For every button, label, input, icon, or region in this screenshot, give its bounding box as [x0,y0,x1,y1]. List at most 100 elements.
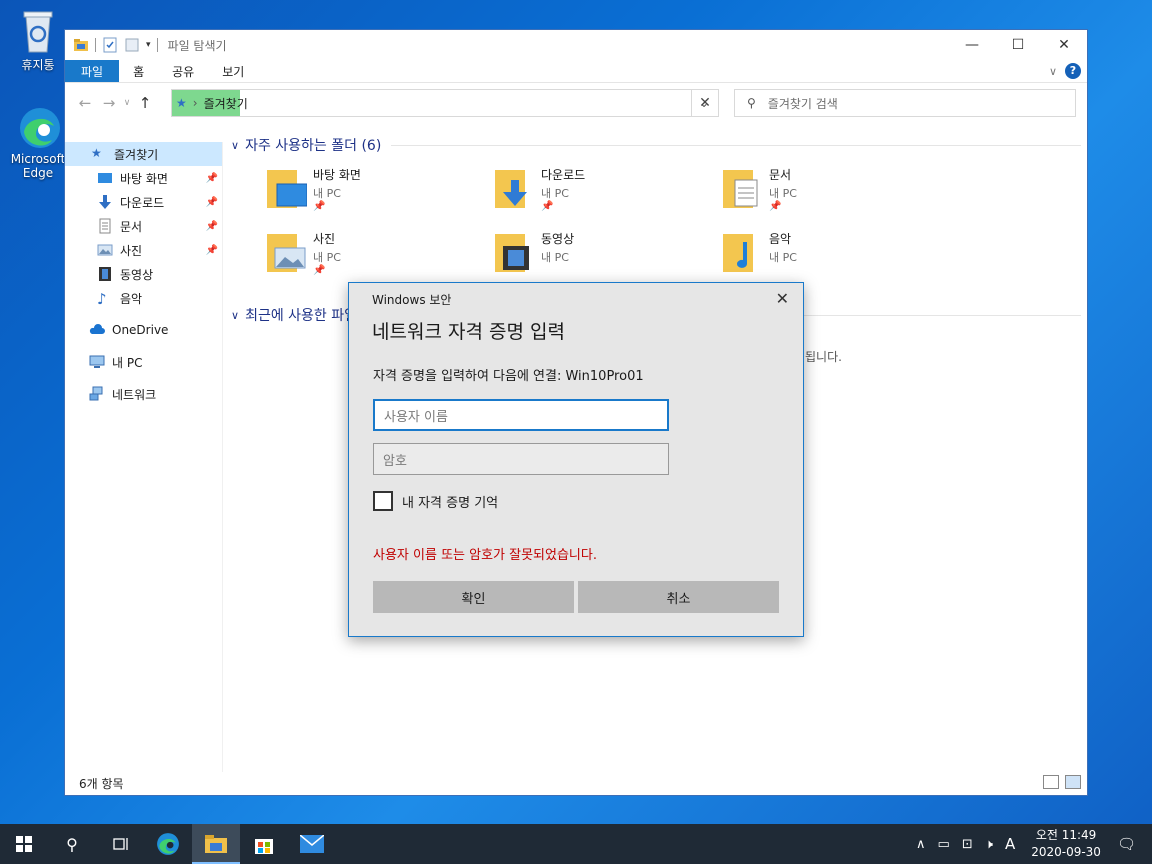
notifications-icon[interactable]: 🗨 [1117,835,1136,853]
folder-icon [205,835,227,853]
edge-icon [157,833,179,855]
dialog-message: 자격 증명을 입력하여 다음에 연결: Win10Pro01 [373,369,644,384]
clear-address-icon[interactable]: ✕ [691,89,719,117]
start-button[interactable] [0,824,48,864]
ok-button[interactable]: 확인 [373,581,574,613]
edge-label-1: Microsoft [10,152,66,166]
sidebar-item-videos[interactable]: 동영상 [65,262,222,286]
network-status-icon[interactable]: ⊡ [962,837,973,852]
username-input[interactable]: 사용자 이름 [373,399,669,431]
forward-arrow-icon[interactable]: → [97,94,121,112]
tab-home[interactable]: 홈 [119,60,158,82]
folder-location: 내 PC [313,187,341,200]
sidebar-item-pictures[interactable]: 사진 📌 [65,238,222,262]
folder-name: 동영상 [541,232,575,246]
new-folder-icon[interactable] [124,37,140,53]
sidebar-item-label: 즐겨찾기 [114,147,159,162]
battery-icon[interactable]: ▭ [938,837,950,852]
pin-icon: 📌 [205,244,218,256]
customize-toolbar-chevron-icon[interactable]: ▾ [146,40,151,50]
dialog-close-icon[interactable]: ✕ [776,289,789,308]
edge-icon [18,106,60,150]
sidebar-item-label: 네트워크 [112,387,157,402]
clock-date: 2020-09-30 [1031,845,1101,859]
dialog-title: 네트워크 자격 증명 입력 [372,321,565,343]
mail-icon [300,835,324,853]
search-input[interactable]: ⚲ 즐겨찾기 검색 [734,89,1076,117]
folder-tile-videos[interactable]: 동영상 내 PC [495,230,715,286]
sidebar-item-desktop[interactable]: 바탕 화면 📌 [65,166,222,190]
divider [391,144,1081,146]
search-button[interactable]: ⚲ [48,824,96,864]
folder-name: 다운로드 [541,168,586,182]
recycle-bin-desktop-icon[interactable]: 휴지통 [8,10,68,73]
folder-name: 바탕 화면 [313,168,361,182]
sidebar-item-documents[interactable]: 문서 📌 [65,214,222,238]
taskbar-mail[interactable] [288,824,336,864]
folder-tile-desktop[interactable]: 바탕 화면 내 PC 📌 [267,166,487,222]
large-icons-view-icon[interactable] [1065,775,1081,789]
videos-folder-icon [495,230,535,274]
pin-icon: 📌 [769,201,782,212]
remember-credentials[interactable]: 내 자격 증명 기억 [373,491,498,511]
group-header-frequent-folders[interactable]: ∨ 자주 사용하는 폴더 (6) [231,134,1081,156]
tab-file[interactable]: 파일 [65,60,120,82]
sidebar-item-music[interactable]: ♪ 음악 [65,286,222,310]
breadcrumb[interactable]: 즐겨찾기 [204,95,248,112]
edge-desktop-icon[interactable]: Microsoft Edge [8,106,68,180]
properties-icon[interactable] [102,37,118,53]
picture-icon [97,242,113,258]
remember-checkbox[interactable] [373,491,393,511]
task-view-button[interactable] [96,824,144,864]
separator [156,38,158,52]
breadcrumb-chevron-icon[interactable]: › [193,96,198,110]
group-title: 최근에 사용한 파일 [245,308,358,324]
task-view-icon [113,838,128,850]
tab-share[interactable]: 공유 [158,60,208,82]
close-button[interactable]: ✕ [1041,30,1087,60]
sidebar-item-quick-access[interactable]: ★ 즐겨찾기 [65,142,222,166]
minimize-button[interactable]: — [949,30,995,60]
ime-indicator[interactable]: A [1005,835,1015,853]
recent-locations-chevron-icon[interactable]: ∨ [121,98,133,108]
sidebar-item-onedrive[interactable]: OneDrive [65,318,222,342]
sidebar-item-this-pc[interactable]: 내 PC [65,350,222,374]
expand-ribbon-chevron-icon[interactable]: ∨ [1049,65,1057,78]
maximize-button[interactable]: ☐ [995,30,1041,60]
password-input[interactable]: 암호 [373,443,669,475]
pictures-folder-icon [267,230,307,274]
folder-name: 사진 [313,232,336,246]
music-note-icon: ♪ [97,290,107,308]
details-view-icon[interactable] [1043,775,1059,789]
folder-tile-music[interactable]: 음악 내 PC [723,230,943,286]
folder-tile-documents[interactable]: 문서 내 PC 📌 [723,166,943,222]
show-hidden-icons-chevron-icon[interactable]: ∧ [916,837,926,852]
help-icon[interactable]: ? [1065,63,1081,79]
search-icon: ⚲ [747,96,756,110]
ribbon-tabs: 파일 홈 공유 보기 ∨ ? [65,60,1087,83]
item-count: 6개 항목 [79,776,124,791]
clock[interactable]: 오전 11:49 2020-09-30 [1031,827,1101,861]
sidebar-item-label: OneDrive [112,323,169,337]
sidebar-item-network[interactable]: 네트워크 [65,382,222,406]
sidebar-item-label: 문서 [120,219,143,234]
desktop-icon [97,170,113,186]
folder-tile-pictures[interactable]: 사진 내 PC 📌 [267,230,487,286]
taskbar-file-explorer[interactable] [192,824,240,864]
folder-location: 내 PC [313,251,341,264]
taskbar-edge[interactable] [144,824,192,864]
tab-view[interactable]: 보기 [208,60,258,82]
music-folder-icon [723,230,763,274]
remember-label: 내 자격 증명 기억 [402,495,499,511]
explorer-folder-icon [73,37,89,53]
up-arrow-icon[interactable]: ↑ [133,94,157,112]
address-bar[interactable]: ★ › 즐겨찾기 ⌄ [171,89,719,117]
taskbar: ⚲ ∧ ▭ ⊡ 🕨 A 오전 11:49 2020-09-30 🗨 [0,824,1152,864]
status-bar: 6개 항목 [65,771,1087,795]
back-arrow-icon[interactable]: ← [73,94,97,112]
folder-tile-downloads[interactable]: 다운로드 내 PC 📌 [495,166,715,222]
cancel-button[interactable]: 취소 [578,581,779,613]
sidebar-item-downloads[interactable]: 다운로드 📌 [65,190,222,214]
taskbar-store[interactable] [240,824,288,864]
volume-muted-icon[interactable]: 🕨 [985,837,993,852]
